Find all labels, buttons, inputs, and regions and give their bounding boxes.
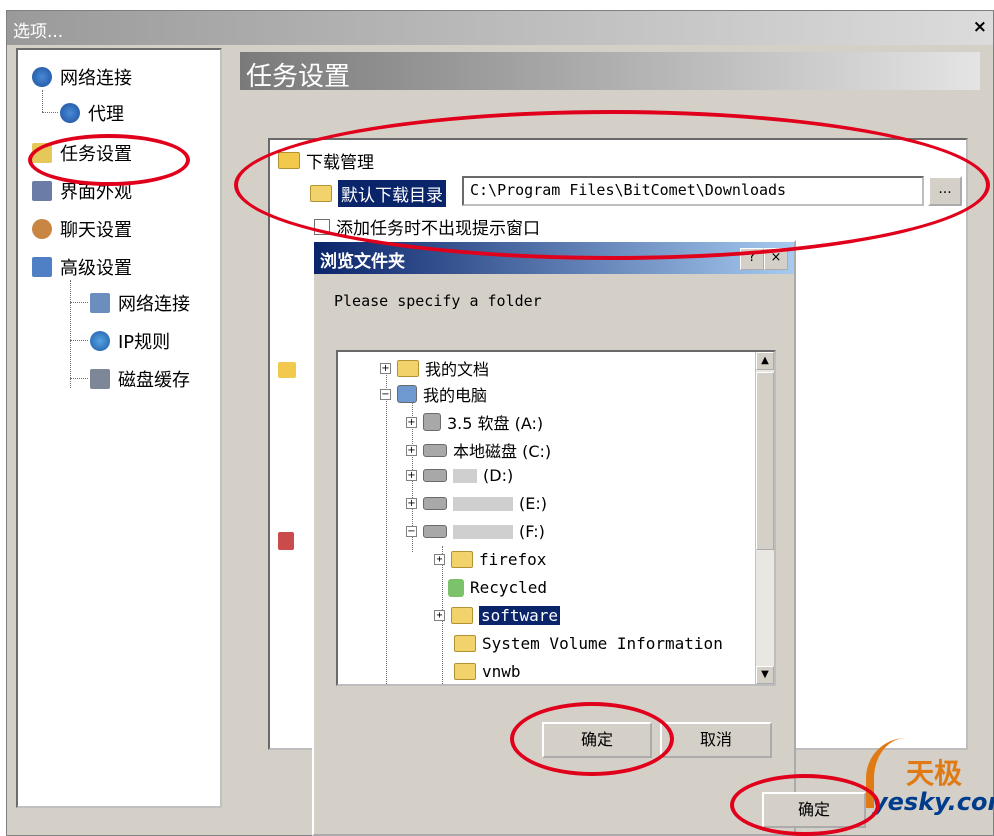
logo-text-en: yesky.com [872,788,994,816]
folder-icon [451,607,473,624]
annotation-ellipse [234,110,990,260]
tree-node-firefox[interactable]: + firefox [434,550,546,569]
tree-node-label: 3.5 软盘 (A:) [447,414,544,433]
tree-node-vnwb[interactable]: vnwb [454,662,521,681]
sidebar-item-label: 磁盘缓存 [118,370,190,391]
dialog-cancel-button[interactable]: 取消 [660,722,772,758]
floppy-icon [423,413,441,431]
window-title: 选项... [13,22,64,42]
tree-node-recycled[interactable]: Recycled [448,578,547,597]
sidebar-item-label: 聊天设置 [60,220,132,241]
tree-node-my-computer[interactable]: − 我的电脑 [380,382,487,406]
people-icon [32,219,52,239]
collapse-icon[interactable]: − [380,388,391,400]
expand-icon[interactable]: + [434,554,445,565]
monitor-icon [32,181,52,201]
recycle-bin-icon [448,578,464,597]
network-icon [90,293,110,313]
drive-icon [423,497,447,510]
disk-cache-icon [90,369,110,389]
tree-node-label: 本地磁盘 (C:) [453,442,552,461]
folder-icon [454,635,476,652]
tree-node-label: (E:) [519,494,547,513]
tree-node-drive-d[interactable]: + (D:) [406,466,513,485]
close-icon[interactable]: × [973,17,987,37]
sidebar-item-label: 代理 [88,104,124,125]
tree-node-label: (F:) [519,522,545,541]
scroll-thumb[interactable] [756,372,774,550]
annotation-ellipse [28,134,190,186]
computer-icon [397,385,417,403]
dialog-title: 浏览文件夹 [320,252,405,272]
sidebar-item-advanced-network[interactable]: 网络连接 [90,290,190,316]
expand-icon[interactable]: + [406,444,417,456]
redacted-label [453,524,513,539]
tree-node-drive-c[interactable]: + 本地磁盘 (C:) [406,438,551,462]
sidebar-item-disk-cache[interactable]: 磁盘缓存 [90,366,190,392]
title-bar: 选项... × [7,11,993,45]
tree-node-label: vnwb [482,662,521,681]
sidebar-item-label: IP规则 [118,332,171,353]
folder-icon [451,551,473,568]
tree-node-floppy[interactable]: + 3.5 软盘 (A:) [406,410,543,434]
scroll-down-icon[interactable]: ▼ [756,666,774,684]
tree-node-label: 我的电脑 [423,386,488,405]
sidebar-item-label: 网络连接 [60,68,132,89]
drive-icon [423,469,447,482]
tree-node-label: firefox [479,550,547,569]
tree-node-my-documents[interactable]: + 我的文档 [380,356,489,380]
globe-icon [60,103,80,123]
drive-icon [423,443,447,457]
expand-icon[interactable]: + [406,470,417,481]
sidebar-item-label: 网络连接 [118,294,190,315]
sidebar-item-chat[interactable]: 聊天设置 [32,216,132,242]
tree-node-system-volume[interactable]: System Volume Information [454,634,723,653]
scroll-up-icon[interactable]: ▲ [756,352,774,370]
tree-node-label: Recycled [470,578,548,597]
sidebar-item-proxy[interactable]: 代理 [60,100,124,126]
tree-node-label-selected: software [479,606,561,625]
panel-header: 任务设置 [240,52,980,92]
annotation-ellipse [730,774,880,836]
tree-node-label: (D:) [483,466,514,485]
expand-icon[interactable]: + [434,610,445,621]
collapse-icon[interactable]: − [406,526,417,537]
redacted-label [453,496,513,511]
annotation-ellipse [510,702,674,776]
sidebar-item-label: 高级设置 [60,258,132,279]
tree-node-software[interactable]: + software [434,606,561,625]
logo-text-cn: 天极 [906,757,963,790]
page-title: 任务设置 [246,62,351,92]
folder-icon [454,663,476,680]
section-icon [278,362,296,378]
tree-node-label: System Volume Information [482,634,723,653]
ip-rule-icon [90,331,110,351]
dialog-prompt: Please specify a folder [334,292,542,310]
expand-icon[interactable]: + [406,416,417,428]
folder-icon [397,359,419,377]
tree-node-drive-f[interactable]: − (F:) [406,522,545,541]
tree-node-drive-e[interactable]: + (E:) [406,494,547,513]
globe-icon [32,67,52,87]
redacted-label [453,468,477,483]
tree-scrollbar[interactable]: ▲ ▼ [755,352,774,684]
expand-icon[interactable]: + [406,498,417,509]
expand-icon[interactable]: + [380,362,391,374]
sidebar-item-ip-rules[interactable]: IP规则 [90,328,170,354]
sidebar-item-advanced[interactable]: 高级设置 [32,254,132,280]
folder-tree: + 我的文档 − 我的电脑 + 3.5 软盘 (A:) + 本地磁盘 (C:) … [336,350,776,686]
sidebar-item-network[interactable]: 网络连接 [32,64,132,90]
drive-icon [423,525,447,538]
settings-icon [32,257,52,277]
tree-node-label: 我的文档 [425,360,490,379]
checklist-icon [278,532,294,550]
